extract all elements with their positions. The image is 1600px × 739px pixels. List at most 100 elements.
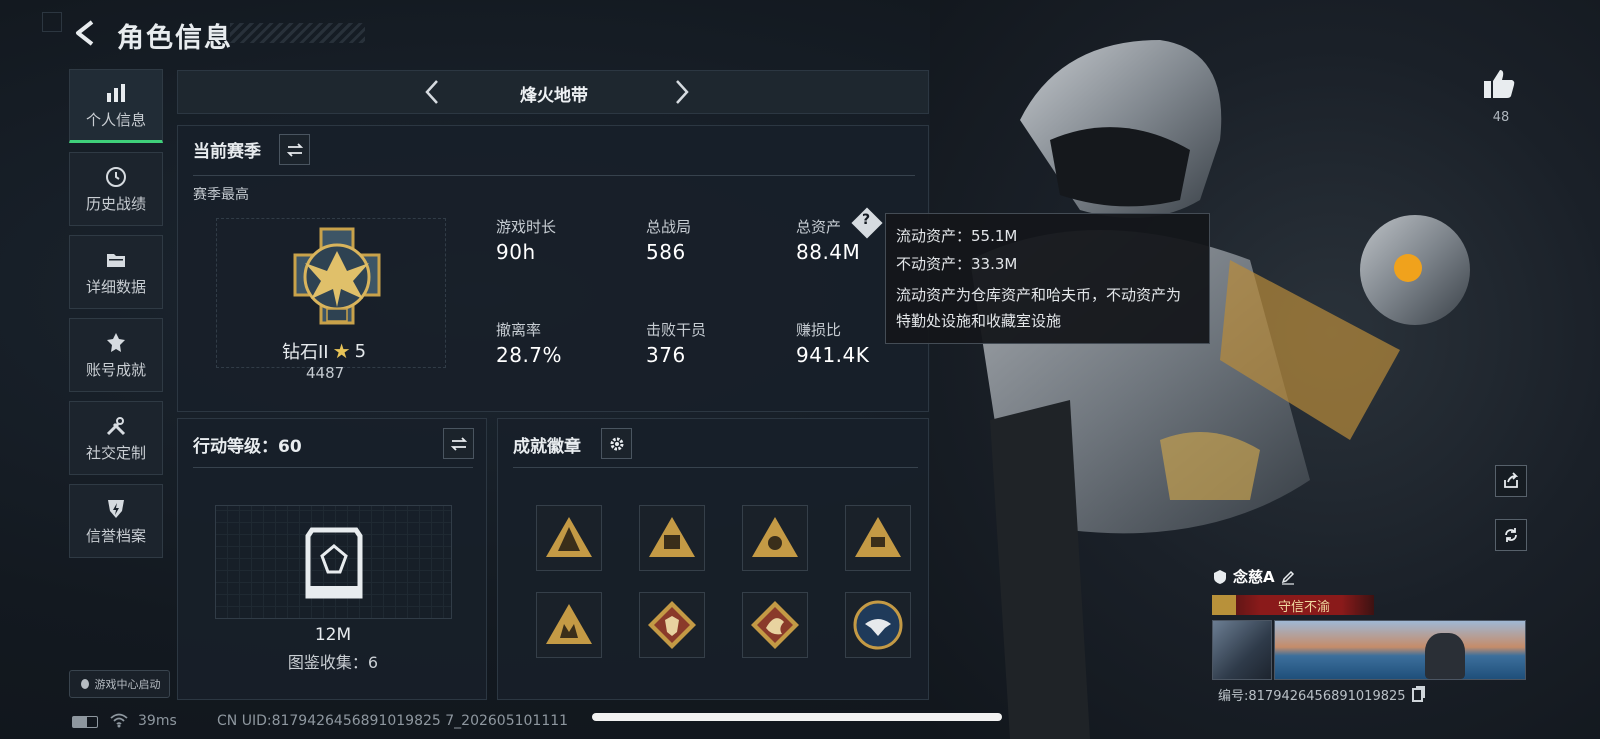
player-name-row: 念慈A [1212, 566, 1296, 587]
gear-icon [610, 437, 623, 450]
scales-icon [1212, 595, 1236, 615]
badge-slot[interactable] [845, 505, 911, 571]
collection-value: 12M [314, 625, 352, 645]
action-level-switch-button[interactable] [443, 428, 474, 459]
divider [193, 467, 473, 468]
badge-slot[interactable] [639, 592, 705, 658]
uid-text: CN UID:8179426456891019825 7_20260510111… [217, 713, 569, 729]
achievement-icon [107, 332, 125, 352]
liquid-assets: 流动资产：55.1M [896, 227, 1018, 245]
stat-label: 总战局 [646, 218, 692, 236]
triangle-badge-icon [855, 517, 901, 557]
penguin-icon [80, 679, 89, 689]
sidebar-item-achievements[interactable]: 账号成就 [69, 318, 163, 392]
stat-label: 击败干员 [646, 321, 707, 339]
season-switch-button[interactable] [279, 134, 310, 165]
stat-value: 376 [646, 343, 686, 367]
badge-slot[interactable] [742, 592, 808, 658]
help-mark: ? [862, 212, 871, 228]
fixed-assets: 不动资产：33.3M [896, 255, 1018, 273]
badge-slot[interactable] [536, 505, 602, 571]
sidebar-item-history[interactable]: 历史战绩 [69, 152, 163, 226]
eagle-circle-badge-icon [853, 600, 903, 650]
stat-value: 941.4K [796, 343, 870, 367]
swap-arrows-icon [286, 142, 303, 157]
stat-value: 586 [646, 240, 686, 264]
divider [513, 467, 918, 468]
action-level-title: 行动等级：60 [193, 437, 302, 457]
badge-settings-button[interactable] [601, 428, 632, 459]
credit-badge-icon [108, 499, 124, 518]
stat-label: 总资产 [796, 218, 842, 236]
home-indicator[interactable] [592, 713, 1002, 721]
badge-slot[interactable] [536, 592, 602, 658]
ping-value: 39ms [138, 713, 177, 729]
divider [193, 175, 915, 176]
season-best-label: 赛季最高 [193, 187, 249, 203]
tools-icon [106, 416, 126, 435]
namecard-banner [1274, 620, 1526, 680]
share-button[interactable] [1495, 465, 1527, 497]
stat-value: 28.7% [496, 343, 563, 367]
triangle-badge-icon [649, 517, 695, 557]
bar-chart-icon [107, 83, 125, 102]
mode-label: 烽火地带 [520, 86, 588, 106]
diamond-dragon-badge-icon [751, 601, 799, 649]
edit-pencil-icon[interactable] [1280, 569, 1296, 585]
chevron-right-icon[interactable] [666, 77, 696, 107]
share-icon [1504, 472, 1519, 488]
rank-name: 钻石II [282, 342, 329, 363]
stat-label: 游戏时长 [496, 218, 557, 236]
namecard-figure [1425, 633, 1465, 679]
asset-tooltip: 流动资产：55.1M 不动资产：33.3M 流动资产为仓库资产和哈夫币，不动资产… [885, 213, 1210, 344]
player-id-row: 编号:8179426456891019825 [1218, 685, 1423, 704]
back-arrow-icon[interactable] [70, 18, 100, 48]
season-panel: 当前赛季 赛季最高 钻石II ★ 5 4487 游戏时长 90h 总战局 586… [177, 125, 929, 412]
player-title: 守信不渝 [1278, 599, 1331, 615]
thumbs-up-icon[interactable] [1481, 66, 1517, 102]
season-title: 当前赛季 [193, 142, 261, 162]
sidebar-item-label: 社交定制 [85, 443, 146, 462]
triangle-badge-icon [546, 517, 592, 557]
rank-stars: 5 [354, 340, 367, 362]
refresh-icon [1505, 528, 1517, 542]
star-icon: ★ [332, 339, 351, 363]
badge-slot[interactable] [845, 592, 911, 658]
sidebar-item-label: 详细数据 [85, 277, 146, 296]
rank-name-row: 钻石II ★ 5 [282, 338, 366, 364]
wifi-icon [110, 713, 128, 728]
corner-marker [42, 12, 62, 32]
avatar[interactable] [1212, 620, 1272, 680]
refresh-button[interactable] [1495, 519, 1527, 551]
shield-badge-icon [1214, 569, 1226, 584]
stat-value: 90h [496, 240, 536, 264]
title-decoration [230, 23, 365, 43]
diamond-rank-emblem-icon [293, 227, 381, 325]
swap-arrows-icon [450, 436, 467, 451]
stat-value: 88.4M [796, 240, 861, 264]
player-name: 念慈A [1233, 568, 1275, 586]
collection-count: 图鉴收集：6 [287, 653, 379, 672]
sidebar-item-personal-info[interactable]: 个人信息 [69, 69, 163, 143]
badges-title: 成就徽章 [513, 437, 581, 457]
stat-label: 撤离率 [496, 321, 542, 339]
sidebar-item-credit-record[interactable]: 信誉档案 [69, 484, 163, 558]
triangle-badge-icon [752, 517, 798, 557]
diamond-wolf-badge-icon [648, 601, 696, 649]
sidebar-item-label: 个人信息 [85, 110, 146, 129]
sidebar-item-detailed-data[interactable]: 详细数据 [69, 235, 163, 309]
sidebar-item-label: 历史战绩 [85, 194, 146, 213]
page-title: 角色信息 [117, 23, 233, 54]
sidebar-item-social-custom[interactable]: 社交定制 [69, 401, 163, 475]
badge-slot[interactable] [639, 505, 705, 571]
badges-panel: 成就徽章 [497, 418, 929, 700]
action-level-panel: 行动等级：60 12M 图鉴收集：6 [177, 418, 487, 700]
copy-icon[interactable] [1411, 687, 1423, 702]
mode-selector: 烽火地带 [177, 70, 929, 114]
badge-slot[interactable] [742, 505, 808, 571]
sidebar-item-label: 信誉档案 [85, 526, 146, 545]
folder-icon [107, 253, 125, 267]
stat-label: 赚损比 [796, 321, 842, 339]
player-id: 编号:8179426456891019825 [1218, 689, 1406, 704]
game-center-button[interactable]: 游戏中心启动 [69, 670, 170, 698]
